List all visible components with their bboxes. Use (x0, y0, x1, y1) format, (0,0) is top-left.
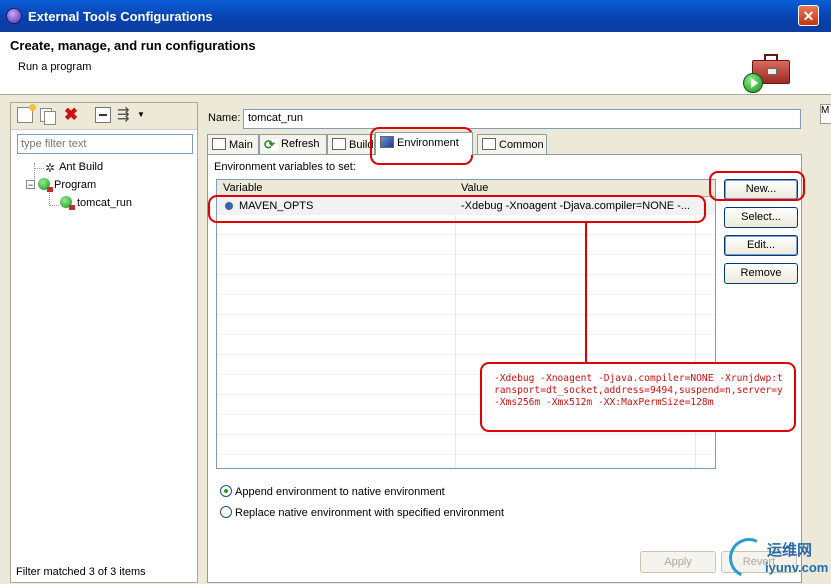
tree-line (49, 205, 59, 206)
eclipse-icon (6, 8, 22, 24)
env-vars-label: Environment variables to set: (214, 161, 356, 173)
annotation-note: -Xdebug -Xnoagent -Djava.compiler=NONE -… (480, 362, 796, 432)
tab-label: Build (349, 139, 374, 151)
program-config-icon (60, 196, 75, 210)
table-header: Variable Value (217, 180, 715, 197)
filter-dropdown-icon[interactable]: ▼ (137, 107, 153, 123)
tab-label: Common (499, 139, 544, 151)
filter-input[interactable] (17, 134, 193, 154)
refresh-icon: ⟳ (264, 138, 278, 151)
run-icon (743, 73, 763, 93)
column-divider (455, 180, 456, 468)
tab-label: Refresh (281, 138, 320, 150)
watermark-logo: 运维网 iyunv.com (723, 532, 831, 584)
tree-toolbar: ✖ ⇶ ▼ (11, 103, 197, 130)
tree-item-label: tomcat_run (77, 197, 133, 209)
config-name-input[interactable]: tomcat_run (243, 109, 801, 129)
tab-refresh[interactable]: ⟳ Refresh (259, 134, 327, 154)
remove-button[interactable]: Remove (724, 263, 798, 284)
tree-item-program[interactable]: − Program (26, 178, 96, 195)
table-row[interactable]: MAVEN_OPTS -Xdebug -Xnoagent -Djava.comp… (217, 197, 715, 215)
tree-line (34, 168, 44, 169)
common-icon (482, 138, 496, 150)
variable-icon (225, 202, 233, 210)
tree-item-label: Ant Build (59, 161, 104, 173)
close-button[interactable]: ✕ (798, 5, 819, 26)
config-editor: Name: tomcat_run Main ⟳ Refresh Build Env… (202, 102, 831, 583)
watermark-cn-text: 运维网 (767, 542, 813, 559)
window-title: External Tools Configurations (28, 9, 213, 24)
name-label: Name: (208, 112, 241, 124)
edit-button[interactable]: Edit... (724, 235, 798, 256)
filter-status: Filter matched 3 of 3 items (16, 566, 146, 578)
annotation-connector (585, 223, 587, 363)
radio-label: Replace native environment with specifie… (235, 507, 505, 519)
select-button[interactable]: Select... (724, 207, 798, 228)
new-button[interactable]: New... (724, 179, 798, 200)
replace-env-radio[interactable]: Replace native environment with specifie… (220, 506, 504, 519)
radio-label: Append environment to native environment (235, 486, 445, 498)
tree-item-ant-build[interactable]: ✲ Ant Build (45, 161, 103, 178)
radio-selected-icon (220, 485, 232, 497)
main-tab-icon (212, 138, 226, 150)
collapse-toggle-icon[interactable]: − (26, 180, 35, 190)
tab-build[interactable]: Build (327, 134, 375, 154)
duplicate-icon[interactable] (39, 107, 56, 125)
column-header-value[interactable]: Value (461, 182, 488, 194)
ant-icon: ✲ (45, 161, 56, 175)
radio-unselected-icon (220, 506, 232, 518)
tab-label: Environment (397, 137, 459, 149)
tab-common[interactable]: Common (477, 134, 547, 154)
launch-config-tree-pane: ✖ ⇶ ▼ ✲Ant Build − Program tomcat_run (10, 102, 198, 583)
variable-value: -Xdebug -Xnoagent -Djava.compiler=NONE -… (461, 200, 690, 212)
tab-label: Main (229, 139, 253, 151)
new-launch-config-icon[interactable] (17, 104, 36, 123)
header-banner: Create, manage, and run configurations R… (0, 32, 831, 124)
watermark-url: iyunv.com (765, 560, 829, 575)
dialog-message: Run a program (18, 61, 92, 73)
collapse-all-icon[interactable] (95, 107, 111, 123)
tab-environment[interactable]: Environment (375, 132, 473, 155)
config-tabs: Main ⟳ Refresh Build Environment Common (207, 132, 802, 155)
append-env-radio[interactable]: Append environment to native environment (220, 485, 445, 498)
filter-icon[interactable]: ⇶ (117, 107, 133, 123)
tree-item-tomcat-run[interactable]: tomcat_run (60, 196, 133, 213)
apply-button[interactable]: Apply (640, 551, 716, 573)
tree-item-label: Program (54, 179, 97, 191)
dialog-heading: Create, manage, and run configurations (10, 38, 256, 53)
environment-icon (380, 136, 394, 148)
program-icon (38, 178, 53, 192)
title-bar: External Tools Configurations ✕ (0, 0, 831, 32)
build-icon (332, 138, 346, 150)
variable-name: MAVEN_OPTS (239, 200, 314, 212)
delete-icon[interactable]: ✖ (63, 106, 79, 123)
column-header-variable[interactable]: Variable (223, 182, 263, 194)
tab-main[interactable]: Main (207, 134, 259, 154)
